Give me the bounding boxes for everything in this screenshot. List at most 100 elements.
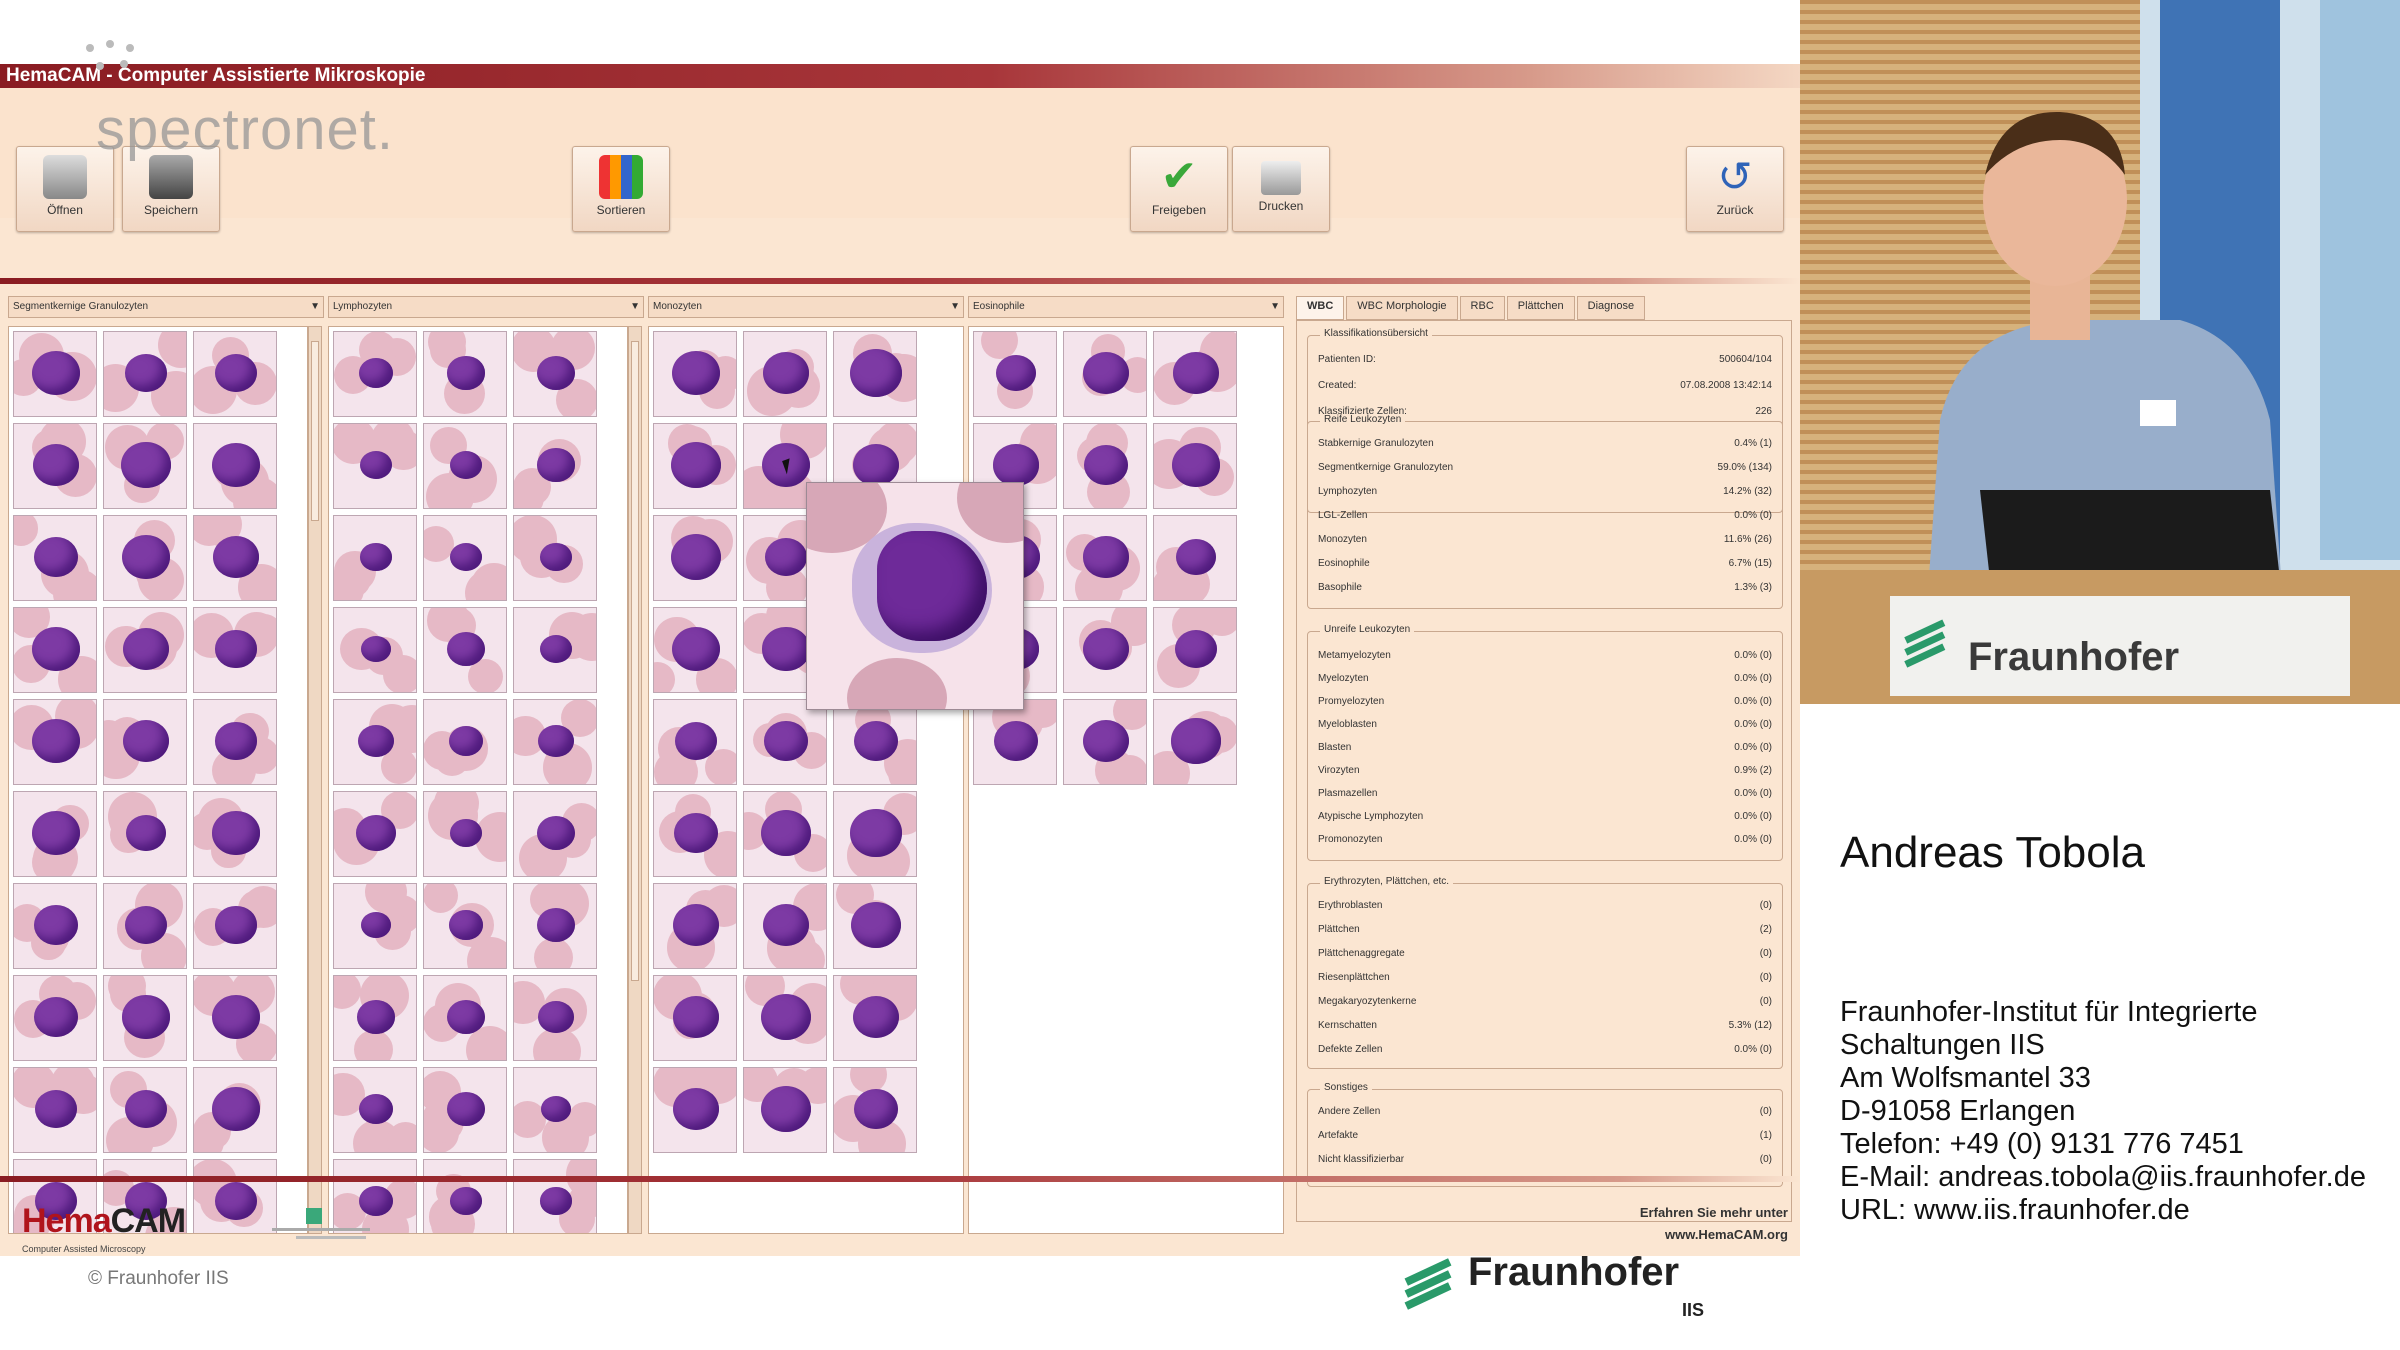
cell-thumbnail[interactable] xyxy=(1063,331,1147,417)
column-select-monocytes[interactable]: Monozyten ▼ xyxy=(648,296,964,318)
cell-thumbnail[interactable] xyxy=(423,1067,507,1153)
cell-thumbnail[interactable] xyxy=(653,1067,737,1153)
cell-thumbnail[interactable] xyxy=(423,423,507,509)
cell-thumbnail[interactable] xyxy=(333,975,417,1061)
cell-thumbnail[interactable] xyxy=(13,423,97,509)
cell-thumbnail[interactable] xyxy=(653,607,737,693)
tab-wbc-morphology[interactable]: WBC Morphologie xyxy=(1346,296,1458,320)
cell-thumbnail[interactable] xyxy=(193,699,277,785)
cell-thumbnail[interactable] xyxy=(333,1067,417,1153)
cell-thumbnail[interactable] xyxy=(1153,515,1237,601)
cell-thumbnail[interactable] xyxy=(653,791,737,877)
cell-thumbnail[interactable] xyxy=(833,331,917,417)
cell-thumbnail[interactable] xyxy=(13,607,97,693)
cell-thumbnail[interactable] xyxy=(833,1067,917,1153)
cell-thumbnail[interactable] xyxy=(513,331,597,417)
cell-thumbnail[interactable] xyxy=(653,975,737,1061)
cell-thumbnail[interactable] xyxy=(1153,607,1237,693)
cell-thumbnail[interactable] xyxy=(423,515,507,601)
cell-thumbnail[interactable] xyxy=(13,975,97,1061)
cell-thumbnail[interactable] xyxy=(513,1159,597,1233)
cell-thumbnail[interactable] xyxy=(103,699,187,785)
cell-thumbnail[interactable] xyxy=(13,883,97,969)
cell-thumbnail[interactable] xyxy=(1153,331,1237,417)
cell-thumbnail[interactable] xyxy=(13,1067,97,1153)
cell-thumbnail[interactable] xyxy=(653,699,737,785)
cell-thumbnail[interactable] xyxy=(1153,423,1237,509)
cell-thumbnail[interactable] xyxy=(743,883,827,969)
column-select-lymphocytes[interactable]: Lymphozyten ▼ xyxy=(328,296,644,318)
cell-thumbnail[interactable] xyxy=(833,883,917,969)
cell-thumbnail[interactable] xyxy=(333,331,417,417)
contact-line[interactable]: URL: www.iis.fraunhofer.de xyxy=(1840,1194,2366,1227)
cell-thumbnail[interactable] xyxy=(513,699,597,785)
tab-platelets[interactable]: Plättchen xyxy=(1506,296,1575,320)
cell-thumbnail[interactable] xyxy=(333,515,417,601)
scrollbar-thumb[interactable] xyxy=(631,341,639,981)
cell-thumbnail[interactable] xyxy=(743,1067,827,1153)
cell-thumbnail[interactable] xyxy=(193,883,277,969)
cell-thumbnail[interactable] xyxy=(513,883,597,969)
scrollbar-thumb[interactable] xyxy=(311,341,319,521)
cell-thumbnail[interactable] xyxy=(513,515,597,601)
learn-more-link[interactable]: Erfahren Sie mehr unter www.HemaCAM.org xyxy=(1640,1202,1788,1246)
cell-thumbnail[interactable] xyxy=(653,515,737,601)
cell-thumbnail[interactable] xyxy=(743,699,827,785)
cell-thumbnail[interactable] xyxy=(833,791,917,877)
cell-thumbnail[interactable] xyxy=(333,699,417,785)
cell-thumbnail[interactable] xyxy=(513,791,597,877)
cell-thumbnail[interactable] xyxy=(1063,607,1147,693)
cell-thumbnail[interactable] xyxy=(1063,423,1147,509)
cell-thumbnail[interactable] xyxy=(423,975,507,1061)
cell-thumbnail[interactable] xyxy=(103,607,187,693)
cell-thumbnail[interactable] xyxy=(193,331,277,417)
cell-thumbnail[interactable] xyxy=(423,331,507,417)
cell-thumbnail[interactable] xyxy=(193,791,277,877)
cell-thumbnail[interactable] xyxy=(743,975,827,1061)
cell-thumbnail[interactable] xyxy=(513,1067,597,1153)
cell-thumbnail[interactable] xyxy=(333,791,417,877)
cell-thumbnail[interactable] xyxy=(513,975,597,1061)
cell-thumbnail[interactable] xyxy=(653,883,737,969)
cell-thumbnail[interactable] xyxy=(653,331,737,417)
cell-thumbnail[interactable] xyxy=(13,791,97,877)
cell-thumbnail[interactable] xyxy=(193,1159,277,1233)
cell-thumbnail[interactable] xyxy=(103,975,187,1061)
cell-thumbnail[interactable] xyxy=(513,607,597,693)
cell-thumbnail[interactable] xyxy=(333,883,417,969)
gallery-scrollbar[interactable] xyxy=(628,326,642,1234)
cell-thumbnail[interactable] xyxy=(333,423,417,509)
release-button[interactable]: ✔ Freigeben xyxy=(1130,146,1228,232)
print-button[interactable]: Drucken xyxy=(1232,146,1330,232)
back-button[interactable]: ↺ Zurück xyxy=(1686,146,1784,232)
cell-thumbnail[interactable] xyxy=(13,331,97,417)
cell-thumbnail[interactable] xyxy=(513,423,597,509)
column-select-segmented[interactable]: Segmentkernige Granulozyten ▼ xyxy=(8,296,324,318)
cell-thumbnail[interactable] xyxy=(423,883,507,969)
cell-thumbnail[interactable] xyxy=(1153,699,1237,785)
tab-wbc[interactable]: WBC xyxy=(1296,296,1345,320)
cell-thumbnail[interactable] xyxy=(423,699,507,785)
cell-thumbnail[interactable] xyxy=(423,1159,507,1233)
cell-thumbnail[interactable] xyxy=(333,607,417,693)
gallery-scrollbar[interactable] xyxy=(308,326,322,1234)
cell-thumbnail[interactable] xyxy=(13,515,97,601)
cell-thumbnail[interactable] xyxy=(103,883,187,969)
cell-thumbnail[interactable] xyxy=(1063,699,1147,785)
cell-thumbnail[interactable] xyxy=(103,515,187,601)
sort-button[interactable]: Sortieren xyxy=(572,146,670,232)
cell-thumbnail[interactable] xyxy=(833,699,917,785)
cell-thumbnail[interactable] xyxy=(423,791,507,877)
cell-thumbnail[interactable] xyxy=(193,1067,277,1153)
cell-thumbnail[interactable] xyxy=(653,423,737,509)
cell-thumbnail[interactable] xyxy=(193,607,277,693)
cell-thumbnail[interactable] xyxy=(103,1067,187,1153)
cell-thumbnail[interactable] xyxy=(743,331,827,417)
cell-thumbnail[interactable] xyxy=(973,699,1057,785)
contact-line[interactable]: E-Mail: andreas.tobola@iis.fraunhofer.de xyxy=(1840,1161,2366,1194)
tab-rbc[interactable]: RBC xyxy=(1459,296,1505,320)
cell-thumbnail[interactable] xyxy=(833,975,917,1061)
cell-thumbnail[interactable] xyxy=(743,791,827,877)
cell-thumbnail[interactable] xyxy=(973,331,1057,417)
cell-thumbnail[interactable] xyxy=(193,975,277,1061)
